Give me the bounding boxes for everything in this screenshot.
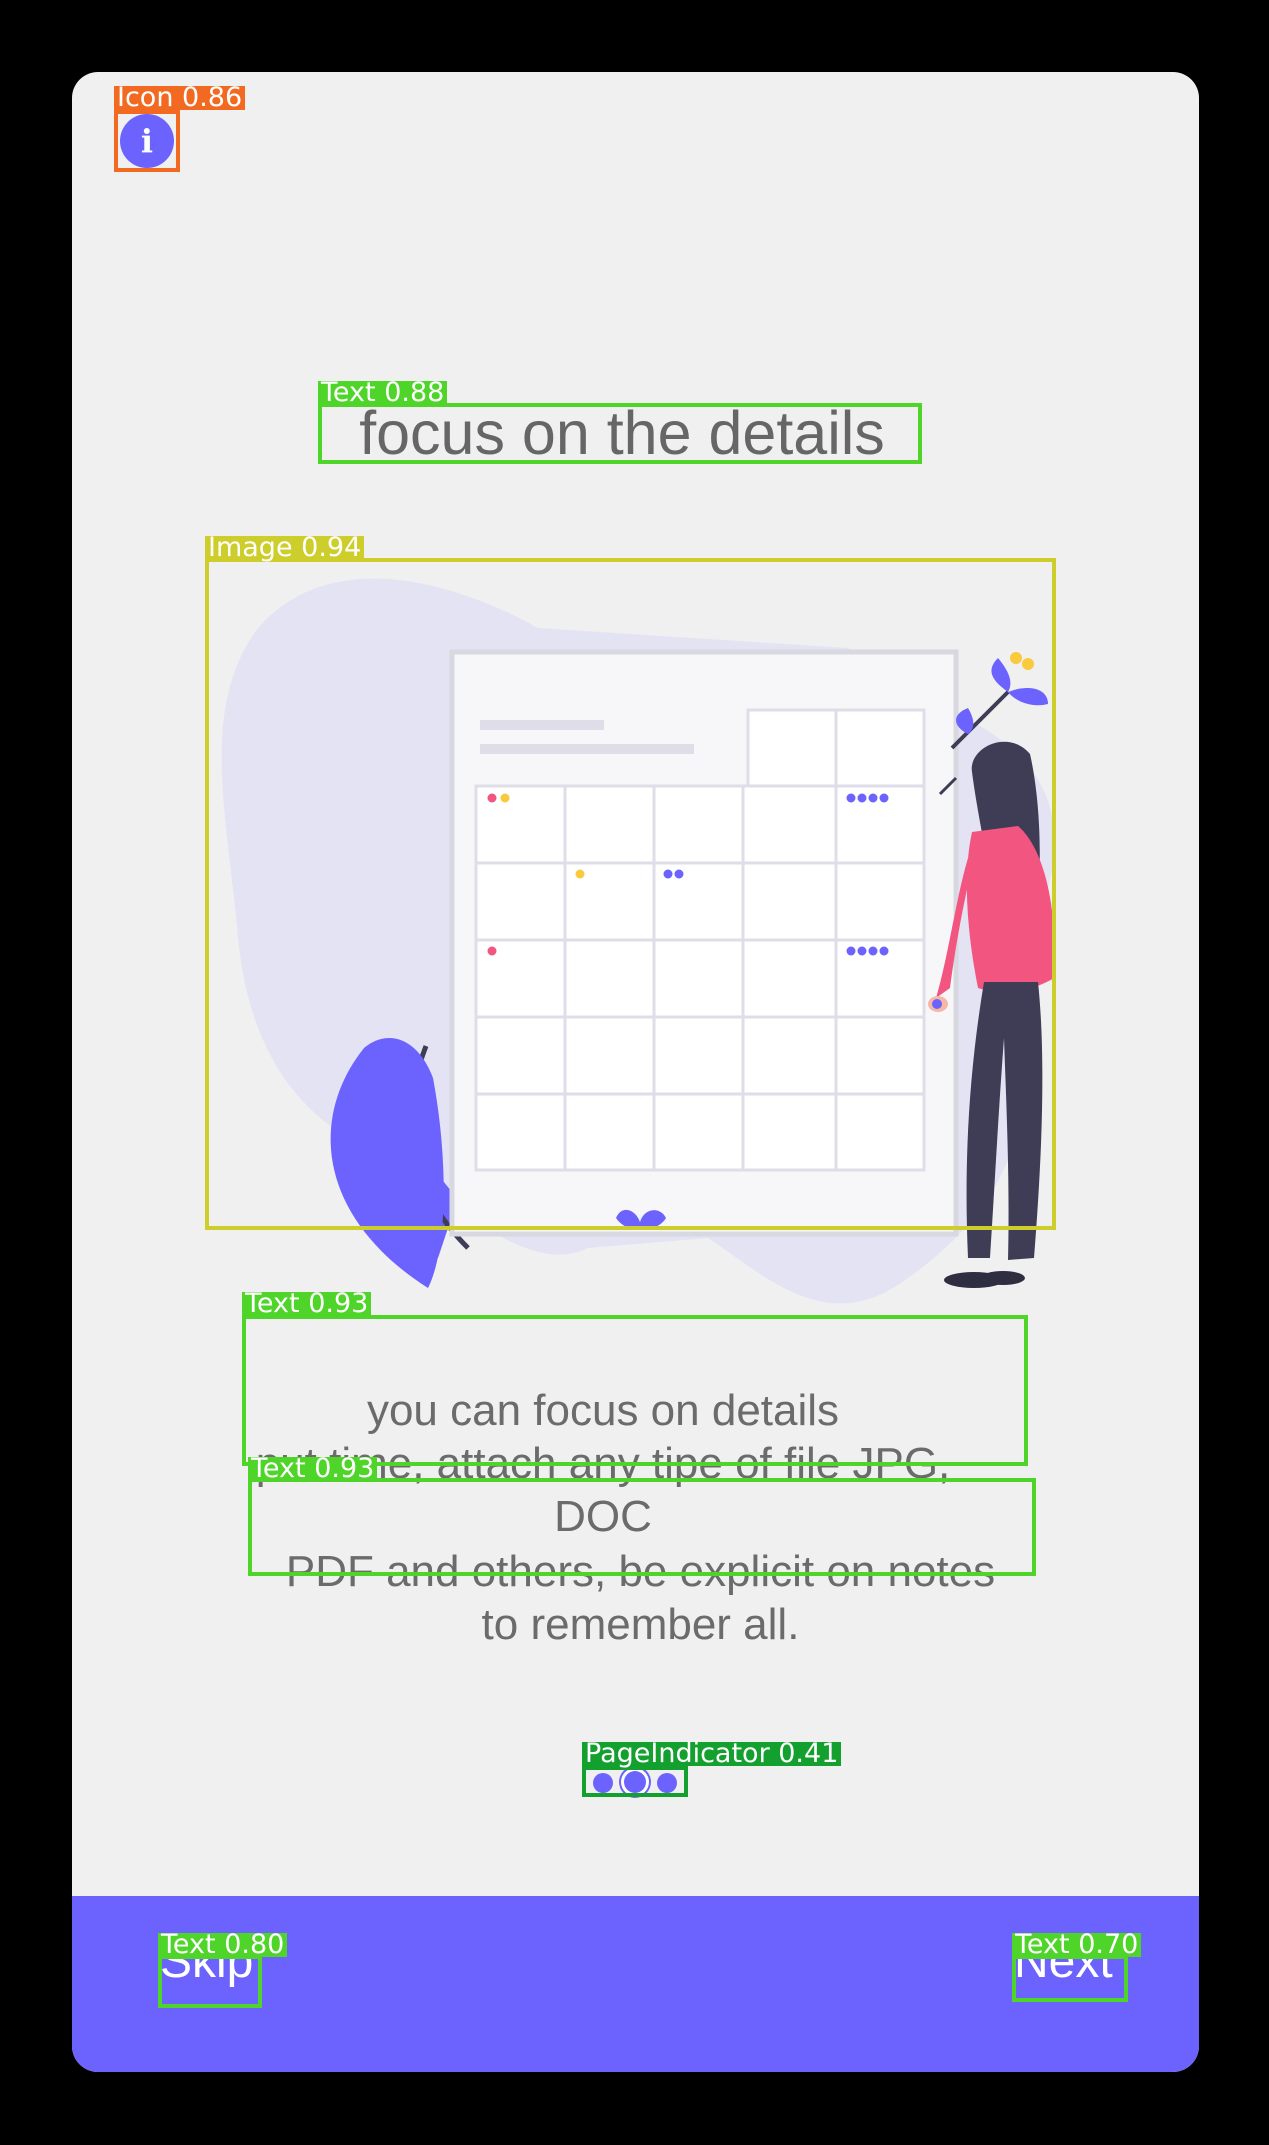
image-detection-label: Image 0.94 xyxy=(205,534,365,561)
page-indicator-detection-box xyxy=(582,1766,688,1797)
description-line-5: to remember all. xyxy=(481,1600,800,1649)
page-indicator-detection-label: PageIndicator 0.41 xyxy=(582,1740,842,1767)
description-1-detection-box xyxy=(242,1315,1028,1466)
icon-detection-box xyxy=(114,110,180,172)
description-1-detection-label: Text 0.93 xyxy=(242,1290,372,1317)
next-detection-label: Text 0.70 xyxy=(1012,1931,1142,1958)
image-detection-box xyxy=(205,558,1056,1230)
title-detection-box xyxy=(318,403,922,464)
next-detection-box xyxy=(1012,1955,1128,2002)
description-2-detection-label: Text 0.93 xyxy=(248,1455,378,1482)
description-2-detection-box xyxy=(248,1478,1036,1576)
skip-detection-box xyxy=(158,1955,262,2008)
title-detection-label: Text 0.88 xyxy=(318,379,448,406)
skip-detection-label: Text 0.80 xyxy=(158,1931,288,1958)
icon-detection-label: Icon 0.86 xyxy=(114,84,246,111)
